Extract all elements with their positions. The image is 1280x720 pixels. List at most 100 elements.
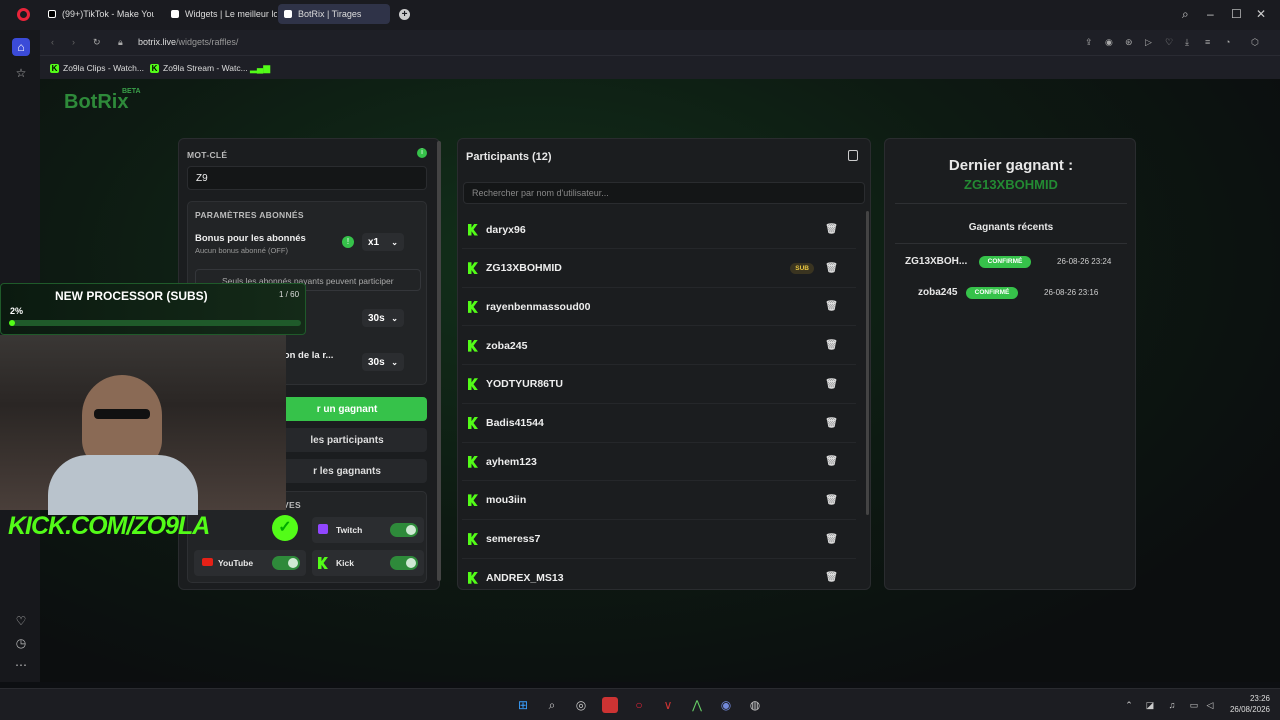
confirmed-badge: CONFIRMÉ [966, 287, 1018, 299]
clock-time[interactable]: 23:26 [1226, 694, 1270, 703]
start-icon[interactable]: ⊞ [515, 697, 531, 713]
kick-icon [468, 571, 478, 584]
chrome-icon[interactable]: ◎ [573, 697, 589, 713]
sub-badge: SUB [790, 262, 814, 274]
beta-badge: BETA [122, 88, 141, 95]
trash-icon[interactable]: 🗑︎ [825, 379, 838, 390]
signal-icon[interactable]: ▂▄▆ [250, 63, 270, 74]
url-field[interactable]: botrix.live/widgets/raffles/ [138, 37, 238, 47]
keyword-input[interactable]: Z9 [187, 166, 427, 190]
trash-icon[interactable]: 🗑︎ [825, 224, 838, 235]
steam-icon[interactable]: ◍ [747, 697, 763, 713]
tray-icon[interactable]: ◪ [1142, 697, 1158, 713]
copy-icon[interactable] [848, 150, 858, 161]
trash-icon[interactable]: 🗑︎ [825, 301, 838, 312]
mic-icon[interactable]: ♫ [1164, 697, 1180, 713]
search-icon[interactable]: ⌕ [544, 697, 560, 713]
close-button[interactable]: ✕ [1256, 7, 1266, 21]
participant-row: zoba245 🗑︎ [462, 327, 856, 366]
new-tab-button[interactable]: + [399, 9, 410, 20]
vpn-icon[interactable]: ⊛ [1125, 37, 1133, 48]
bonus-info-icon[interactable]: ! [342, 236, 354, 248]
heart-icon[interactable]: ♡ [1165, 37, 1173, 48]
botrix-icon [171, 10, 179, 18]
kick-icon [468, 494, 478, 507]
kick-channel-banner: KICK.COM/ZO9LA ✓ [0, 508, 306, 548]
minimize-button[interactable]: – [1207, 7, 1214, 21]
sub-params-label: PARAMÈTRES ABONNÉS [195, 210, 304, 220]
tab-tiktok[interactable]: (99+)TikTok - Make Your D [42, 4, 154, 24]
star-icon[interactable]: ☆ [14, 66, 28, 80]
history-icon[interactable]: ◷ [14, 636, 28, 650]
discord-icon[interactable]: ◉ [718, 697, 734, 713]
trash-icon[interactable]: 🗑︎ [825, 263, 838, 274]
kick-channel-text: KICK.COM/ZO9LA [8, 512, 210, 540]
bonus-subtitle: Aucun bonus abonné (OFF) [195, 246, 288, 255]
winner-panel: Dernier gagnant : ZG13XBOHMID Gagnants r… [884, 138, 1136, 590]
participant-row: ANDREX_MS13 🗑︎ [462, 559, 856, 589]
opera-icon[interactable]: ○ [631, 697, 647, 713]
network-icon[interactable]: ▭ [1186, 697, 1202, 713]
participants-scrollbar[interactable] [866, 211, 869, 515]
trash-icon[interactable]: 🗑︎ [825, 456, 838, 467]
webcam-feed [0, 335, 286, 515]
trash-icon[interactable]: 🗑︎ [825, 572, 838, 583]
bonus-multiplier-select[interactable]: x1 ⌄ [362, 233, 404, 251]
extensions-icon[interactable]: ⬡ [1251, 37, 1259, 48]
settings-scrollbar[interactable] [437, 141, 441, 581]
home-icon[interactable]: ⌂ [12, 38, 30, 56]
kick-toggle[interactable] [390, 556, 418, 570]
app-icon[interactable]: ∨ [660, 697, 676, 713]
app-icon[interactable]: ⋀ [689, 697, 705, 713]
bookmark-clips[interactable]: K Zo9la Clips - Watch... [50, 63, 144, 73]
botrix-logo[interactable]: BotRix [64, 91, 128, 114]
participant-search-input[interactable]: Rechercher par nom d'utilisateur... [463, 182, 865, 204]
goal-progress-track [9, 320, 301, 326]
platform-youtube: YouTube [194, 550, 306, 576]
opera-logo-icon[interactable] [17, 8, 30, 21]
back-icon[interactable]: ‹ [51, 37, 54, 47]
menu-icon[interactable]: ≡ [1205, 37, 1210, 47]
tray-up-icon[interactable]: ⌃ [1121, 697, 1137, 713]
play-icon[interactable]: ▷ [1145, 37, 1152, 48]
app-icon[interactable] [602, 697, 618, 713]
participant-row: rayenbenmassoud00 🗑︎ [462, 288, 856, 327]
botrix-icon [284, 10, 292, 18]
info-icon[interactable]: i [417, 148, 427, 158]
goal-percent: 2% [10, 306, 24, 316]
streamer-shirt [48, 455, 198, 515]
tab-botrix[interactable]: BotRix | Tirages [278, 4, 390, 24]
kick-icon [468, 339, 478, 352]
reload-icon[interactable]: ↻ [93, 37, 101, 48]
twitch-icon [318, 524, 328, 534]
download-icon[interactable]: ⤓ [1185, 37, 1189, 48]
youtube-icon [202, 558, 213, 566]
youtube-toggle[interactable] [272, 556, 300, 570]
participant-name: ZG13XBOHMID [486, 262, 562, 275]
forward-icon[interactable]: › [72, 37, 75, 47]
share-icon[interactable]: ⇪ [1085, 37, 1093, 48]
trash-icon[interactable]: 🗑︎ [825, 495, 838, 506]
tiktok-icon [48, 10, 56, 18]
clock-date[interactable]: 26/08/2026 [1216, 705, 1270, 714]
address-bar: ‹ › ↻ 🔒︎ botrix.live/widgets/raffles/ ⇪ … [40, 30, 1280, 55]
heart-icon[interactable]: ♡ [14, 614, 28, 628]
trash-icon[interactable]: 🗑︎ [825, 534, 838, 545]
participant-name: zoba245 [486, 339, 528, 352]
search-icon[interactable]: ⌕ [1182, 7, 1189, 22]
trash-icon[interactable]: 🗑︎ [825, 340, 838, 351]
trash-icon[interactable]: 🗑︎ [825, 418, 838, 429]
screen: (99+)TikTok - Make Your D Widgets | Le m… [0, 0, 1280, 720]
tab-widgets[interactable]: Widgets | Le meilleur logi [165, 4, 277, 24]
more-icon[interactable]: ⋯ [14, 658, 28, 672]
timer-select-1[interactable]: 30s ⌄ [362, 309, 404, 327]
camera-icon[interactable]: ◉ [1105, 37, 1113, 48]
maximize-button[interactable]: ☐ [1231, 7, 1242, 21]
keyword-label: MOT-CLÉ [187, 150, 228, 160]
kick-icon [468, 262, 478, 275]
timer-select-2[interactable]: 30s ⌄ [362, 353, 404, 371]
timer2-label: tion de la r... [278, 350, 334, 361]
profile-icon[interactable]: ◔ [1225, 37, 1230, 47]
bookmark-stream[interactable]: K Zo9la Stream - Watc... [150, 63, 248, 73]
twitch-toggle[interactable] [390, 523, 418, 537]
